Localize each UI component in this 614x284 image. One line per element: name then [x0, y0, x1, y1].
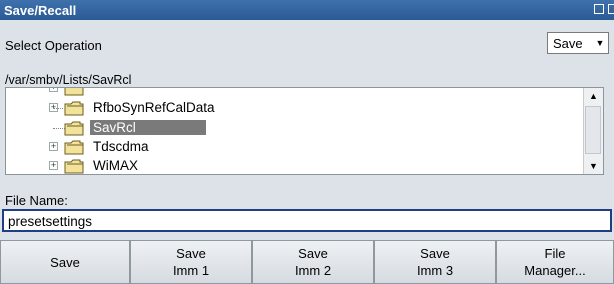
scroll-up-icon[interactable]: ▲	[584, 88, 603, 104]
file-name-label: File Name:	[5, 193, 68, 208]
folder-icon	[64, 88, 84, 96]
save-recall-dialog: Save/Recall Select Operation Save ▼ /var…	[0, 0, 614, 284]
tree-item[interactable]: + WiMAX	[6, 157, 586, 174]
directory-tree[interactable]: + + RfboSynRefCalData SavRcl + Tdscdma +…	[5, 87, 604, 175]
title-bar: Save/Recall	[0, 0, 614, 20]
save-button[interactable]: Save	[0, 240, 130, 284]
operation-select[interactable]: Save ▼	[547, 32, 609, 54]
tree-item-selected[interactable]: SavRcl	[6, 119, 586, 137]
scroll-down-icon[interactable]: ▼	[584, 158, 603, 174]
tree-scrollbar[interactable]: ▲ ▼	[583, 88, 603, 174]
tree-item[interactable]: + Tdscdma	[6, 138, 586, 156]
tree-item-label: SavRcl	[90, 120, 206, 135]
save-imm1-button[interactable]: Save Imm 1	[130, 240, 252, 284]
file-name-value: presetsettings	[8, 214, 93, 229]
tree-row-partial: +	[6, 88, 586, 97]
expand-icon: +	[49, 88, 58, 92]
expand-icon[interactable]: +	[49, 142, 58, 151]
tree-item-label: WiMAX	[93, 158, 138, 173]
close-icon[interactable]	[608, 4, 614, 14]
button-bar: Save Save Imm 1 Save Imm 2 Save Imm 3 File M…	[0, 240, 614, 284]
save-imm2-button[interactable]: Save Imm 2	[252, 240, 374, 284]
folder-icon	[64, 159, 84, 174]
scrollbar-thumb[interactable]	[585, 106, 601, 154]
save-imm3-button[interactable]: Save Imm 3	[374, 240, 496, 284]
tree-item-label: RfboSynRefCalData	[93, 100, 215, 115]
folder-icon	[64, 101, 84, 116]
expand-icon[interactable]: +	[49, 161, 58, 170]
file-name-input[interactable]: presetsettings	[2, 209, 612, 232]
maximize-icon[interactable]	[594, 4, 604, 14]
window-title: Save/Recall	[4, 3, 77, 18]
tree-item[interactable]: + RfboSynRefCalData	[6, 99, 586, 117]
current-path: /var/smbv/Lists/SavRcl	[5, 73, 132, 87]
operation-select-value: Save	[553, 36, 583, 51]
select-operation-label: Select Operation	[5, 38, 102, 53]
folder-icon	[64, 121, 84, 136]
file-manager-button[interactable]: File Manager...	[496, 240, 614, 284]
chevron-down-icon[interactable]: ▼	[592, 33, 608, 53]
tree-item-label: Tdscdma	[93, 139, 149, 154]
folder-icon	[64, 140, 84, 155]
